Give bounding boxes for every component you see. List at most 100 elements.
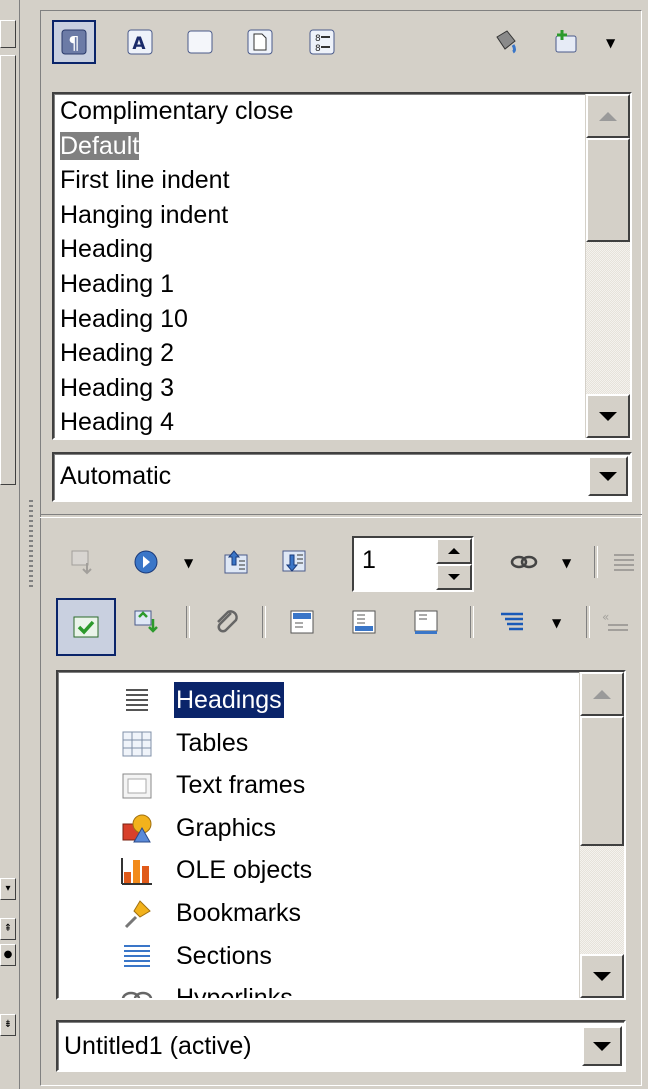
- heading-levels-dropdown-icon[interactable]: ▼: [552, 616, 561, 630]
- tables-icon: [120, 727, 154, 761]
- styles-list[interactable]: Complimentary close Default First line ind…: [52, 92, 632, 440]
- decrement-button[interactable]: [436, 564, 472, 590]
- style-list-item-label: Complimentary close: [60, 97, 294, 125]
- style-list-item-label: Heading 3: [60, 373, 174, 402]
- document-select[interactable]: Untitled1 (active): [56, 1020, 626, 1072]
- new-style-from-selection-icon[interactable]: [544, 20, 588, 64]
- navigator-item-label: Sections: [176, 941, 272, 970]
- style-list-item[interactable]: Default: [54, 129, 630, 164]
- scroll-down-button[interactable]: [586, 394, 630, 438]
- navigator-item-bookmarks[interactable]: Bookmarks: [58, 893, 624, 935]
- anchor-footnote-icon[interactable]: [404, 600, 448, 644]
- sidebar-splitter[interactable]: [22, 0, 40, 1089]
- scroll-down-button[interactable]: ▾: [0, 878, 16, 900]
- svg-text:«: «: [602, 610, 609, 624]
- style-filter-select[interactable]: Automatic: [52, 452, 632, 502]
- navigator-item-label: Graphics: [176, 813, 277, 842]
- style-list-item[interactable]: Heading 2: [54, 336, 630, 371]
- navigator-item-tables[interactable]: Tables: [58, 723, 624, 765]
- fill-format-mode-icon[interactable]: [484, 20, 528, 64]
- paragraph-styles-icon[interactable]: ¶: [52, 20, 96, 64]
- ole-objects-icon: [120, 854, 154, 888]
- graphics-icon: [120, 812, 154, 846]
- svg-text:8: 8: [315, 44, 321, 54]
- style-list-item[interactable]: Complimentary close: [54, 94, 630, 129]
- frame-styles-icon[interactable]: [178, 20, 222, 64]
- navigator-item-headings[interactable]: Headings: [58, 680, 624, 722]
- page-number-spinner[interactable]: 1: [352, 536, 474, 592]
- chevron-down-icon[interactable]: [588, 456, 628, 496]
- navigator-item-text-frames[interactable]: Text frames: [58, 765, 624, 807]
- navigator-item-sections[interactable]: Sections: [58, 936, 624, 978]
- style-actions-dropdown-icon[interactable]: ▼: [606, 36, 615, 50]
- navigator-item-label: OLE objects: [176, 856, 313, 885]
- document-select-value: Untitled1 (active): [64, 1032, 252, 1060]
- scroll-thumb[interactable]: [580, 716, 624, 846]
- style-list-item-label: Heading 10: [60, 304, 188, 333]
- header-icon[interactable]: [280, 600, 324, 644]
- style-filter-value: Automatic: [60, 462, 172, 490]
- navigator-item-graphics[interactable]: Graphics: [58, 808, 624, 850]
- navigator-tree-scrollbar[interactable]: [579, 672, 624, 998]
- promote-chapter-icon[interactable]: [214, 540, 258, 584]
- bookmarks-icon: [120, 897, 154, 931]
- demote-chapter-icon[interactable]: [272, 540, 316, 584]
- next-page-icon[interactable]: ⇟: [0, 1014, 16, 1036]
- style-list-item[interactable]: Heading 4: [54, 405, 630, 438]
- text-frames-icon: [120, 769, 154, 803]
- increment-button[interactable]: [436, 538, 472, 564]
- paperclip-icon[interactable]: [204, 600, 248, 644]
- heading-levels-icon[interactable]: [490, 600, 534, 644]
- navigator-item-hyperlinks[interactable]: Hyperlinks: [58, 978, 624, 1000]
- style-list-item[interactable]: Heading 1: [54, 267, 630, 302]
- scroll-up-button[interactable]: [586, 94, 630, 138]
- drag-mode-dropdown-icon[interactable]: ▼: [562, 556, 571, 570]
- chevron-down-icon[interactable]: [582, 1026, 622, 1066]
- list-box-on-off-icon[interactable]: [608, 540, 642, 584]
- left-vertical-scrollbar[interactable]: ▾ ⇞ ● ⇟: [0, 0, 20, 1089]
- navigator-item-label: Bookmarks: [176, 899, 302, 927]
- navigation-dropdown-icon[interactable]: ▼: [184, 556, 193, 570]
- style-list-item[interactable]: Heading 3: [54, 371, 630, 406]
- list-styles-icon[interactable]: 88: [300, 20, 344, 64]
- toolbar-separator: [586, 606, 590, 638]
- scroll-thumb[interactable]: [586, 138, 630, 242]
- toolbar-separator: [594, 546, 598, 578]
- style-list-item-label: Heading 1: [60, 269, 174, 298]
- character-styles-icon[interactable]: A: [118, 20, 162, 64]
- style-list-item-label: Heading 4: [60, 408, 174, 437]
- style-list-item[interactable]: First line indent: [54, 163, 630, 198]
- scroll-thumb[interactable]: [0, 55, 16, 485]
- navigator-item-label: Hyperlinks: [176, 984, 293, 1000]
- style-list-item[interactable]: Hanging indent: [54, 198, 630, 233]
- navigation-icon[interactable]: ●: [0, 944, 16, 966]
- sections-icon: [120, 940, 154, 974]
- insert-as-link-icon[interactable]: [124, 600, 168, 644]
- content-view-icon[interactable]: [56, 598, 116, 656]
- page-number-value: 1: [362, 546, 376, 574]
- scroll-down-button[interactable]: [580, 954, 624, 998]
- style-list-item[interactable]: Heading 10: [54, 302, 630, 337]
- demote-level-icon[interactable]: «: [600, 600, 642, 644]
- footer-icon[interactable]: [342, 600, 386, 644]
- styles-list-scrollbar[interactable]: [585, 94, 630, 438]
- navigator-item-label: Text frames: [176, 771, 306, 800]
- svg-text:8: 8: [315, 34, 321, 44]
- drag-mode-link-icon[interactable]: [502, 540, 546, 584]
- toggle-icon[interactable]: [62, 540, 106, 584]
- navigator-item-ole-objects[interactable]: OLE objects: [58, 850, 624, 892]
- style-list-item-label: Hanging indent: [60, 200, 229, 229]
- navigator-item-label: Tables: [176, 728, 249, 757]
- navigator-item-label: Headings: [174, 682, 284, 718]
- previous-page-icon[interactable]: ⇞: [0, 918, 16, 940]
- hyperlinks-icon: [120, 982, 154, 998]
- style-list-item-label: First line indent: [60, 166, 230, 195]
- navigation-icon[interactable]: [124, 540, 168, 584]
- style-list-item[interactable]: Heading: [54, 232, 630, 267]
- style-list-item-label: Heading 2: [60, 339, 174, 368]
- navigator-tree[interactable]: Headings Tables Text frames Graphics OLE obj…: [56, 670, 626, 1000]
- svg-text:A: A: [132, 34, 146, 54]
- page-styles-icon[interactable]: [238, 20, 282, 64]
- scroll-up-button[interactable]: [0, 20, 16, 48]
- scroll-up-button[interactable]: [580, 672, 624, 716]
